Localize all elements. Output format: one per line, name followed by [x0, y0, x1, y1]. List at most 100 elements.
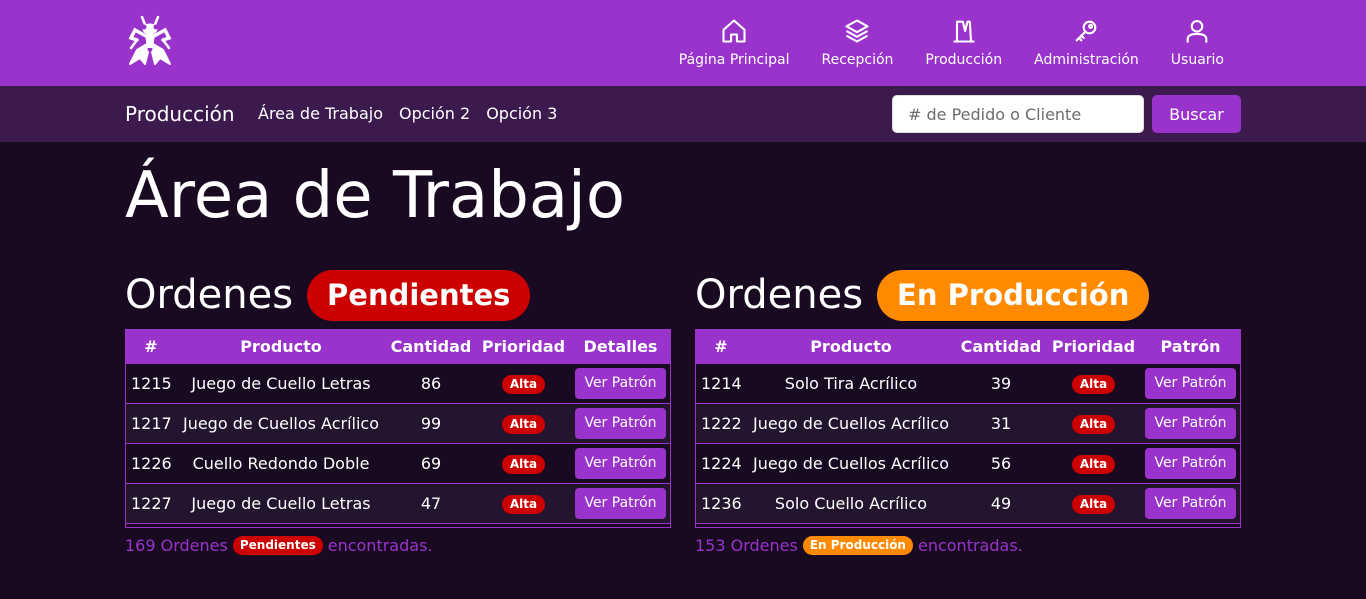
view-pattern-button[interactable]: Ver Patrón — [1145, 367, 1236, 399]
production-status-badge: En Producción — [877, 269, 1150, 321]
table-row: 1227 Juego de Cuello Letras 47 Alta Ver … — [126, 483, 670, 523]
column-header: Patrón — [1160, 336, 1221, 356]
view-pattern-button[interactable]: Ver Patrón — [1145, 447, 1236, 479]
priority-badge: Alta — [501, 414, 546, 434]
order-id: 1224 — [701, 453, 742, 473]
nav-item-administracion[interactable]: Administración — [1018, 0, 1155, 86]
count-prefix: 153 Ordenes — [695, 536, 798, 555]
production-icon — [953, 20, 975, 43]
column-header: Cantidad — [960, 336, 1042, 356]
panel-header: Ordenes Pendientes — [125, 266, 671, 324]
production-results-count: 153 Ordenes En Producción encontradas. — [695, 536, 1241, 555]
pending-orders-table[interactable]: # Producto Cantidad Prioridad Detalles 1… — [125, 329, 671, 528]
column-header: # — [144, 336, 158, 356]
nav-item-produccion[interactable]: Producción — [909, 0, 1018, 86]
order-product: Solo Cuello Acrílico — [774, 493, 928, 513]
nav-item-usuario[interactable]: Usuario — [1155, 0, 1240, 86]
panel-header: Ordenes En Producción — [695, 266, 1241, 324]
pending-count-badge: Pendientes — [232, 536, 323, 555]
home-icon — [722, 19, 746, 43]
order-id: 1226 — [131, 453, 172, 473]
order-id: 1217 — [131, 413, 172, 433]
column-header: Prioridad — [1051, 336, 1136, 356]
order-product: Juego de Cuellos Acrílico — [752, 413, 950, 433]
order-quantity: 39 — [990, 373, 1012, 393]
subnav-link-opcion-3[interactable]: Opción 3 — [478, 86, 565, 142]
table-row: 1214 Solo Tira Acrílico 39 Alta Ver Patr… — [696, 363, 1240, 403]
order-product: Juego de Cuello Letras — [191, 373, 371, 393]
table-row: 1215 Juego de Cuello Letras 86 Alta Ver … — [126, 363, 670, 403]
pending-status-badge: Pendientes — [307, 269, 531, 321]
view-pattern-button[interactable]: Ver Patrón — [1145, 407, 1236, 439]
page-title: Área de Trabajo — [125, 159, 625, 233]
panel-title: Ordenes — [695, 272, 864, 318]
order-product: Juego de Cuellos Acrílico — [182, 413, 380, 433]
order-quantity: 31 — [990, 413, 1012, 433]
table-row: Ver Patrón — [126, 523, 670, 527]
priority-badge: Alta — [1071, 494, 1116, 514]
order-product: Solo Tira Acrílico — [784, 373, 918, 393]
column-header: Detalles — [583, 336, 658, 356]
mantis-logo-icon[interactable] — [125, 14, 175, 68]
search-input[interactable] — [892, 95, 1144, 133]
table-row: 1222 Juego de Cuellos Acrílico 31 Alta V… — [696, 403, 1240, 443]
priority-badge: Alta — [1071, 414, 1116, 434]
column-header: Producto — [810, 336, 892, 356]
subnav-links: Área de Trabajo Opción 2 Opción 3 — [250, 86, 565, 142]
pending-orders-panel: Ordenes Pendientes # Producto Cantidad P… — [125, 266, 671, 555]
view-pattern-button[interactable]: Ver Patrón — [575, 447, 666, 479]
view-pattern-button[interactable]: Ver Patrón — [1145, 487, 1236, 519]
order-id: 1236 — [701, 493, 742, 513]
order-quantity: 69 — [420, 453, 442, 473]
section-subnav: Producción Área de Trabajo Opción 2 Opci… — [0, 86, 1366, 142]
production-orders-panel: Ordenes En Producción # Producto Cantida… — [695, 266, 1241, 555]
view-pattern-button[interactable]: Ver Patrón — [575, 367, 666, 399]
subnav-link-area-trabajo[interactable]: Área de Trabajo — [250, 86, 391, 142]
order-id: 1214 — [701, 373, 742, 393]
count-suffix: encontradas. — [327, 536, 433, 555]
order-product: Cuello Redondo Doble — [192, 453, 370, 473]
order-quantity: 49 — [990, 493, 1012, 513]
column-header: Producto — [240, 336, 322, 356]
production-orders-table[interactable]: # Producto Cantidad Prioridad Patrón 121… — [695, 329, 1241, 528]
table-header-row: # Producto Cantidad Prioridad Detalles — [126, 330, 670, 363]
column-header: Prioridad — [481, 336, 566, 356]
count-suffix: encontradas. — [917, 536, 1023, 555]
column-header: # — [714, 336, 728, 356]
layers-icon — [845, 19, 870, 43]
order-quantity: 86 — [420, 373, 442, 393]
nav-label: Administración — [1034, 52, 1139, 68]
order-id: 1222 — [701, 413, 742, 433]
count-prefix: 169 Ordenes — [125, 536, 228, 555]
nav-label: Recepción — [821, 52, 894, 68]
panel-title: Ordenes — [125, 272, 294, 318]
order-quantity: 56 — [990, 453, 1012, 473]
priority-badge: Alta — [1071, 454, 1116, 474]
section-title[interactable]: Producción — [125, 86, 235, 142]
top-navbar: Página Principal Recepción Producción Ad… — [0, 0, 1366, 86]
key-icon — [1076, 20, 1097, 42]
subnav-link-opcion-2[interactable]: Opción 2 — [391, 86, 478, 142]
view-pattern-button[interactable]: Ver Patrón — [575, 407, 666, 439]
priority-badge: Alta — [501, 454, 546, 474]
order-quantity: 99 — [420, 413, 442, 433]
view-pattern-button[interactable]: Ver Patrón — [575, 487, 666, 519]
table-row: Ver Patrón — [696, 523, 1240, 527]
table-row: 1224 Juego de Cuellos Acrílico 56 Alta V… — [696, 443, 1240, 483]
search-button[interactable]: Buscar — [1152, 95, 1241, 133]
user-icon — [1187, 20, 1208, 43]
priority-badge: Alta — [1071, 374, 1116, 394]
order-id: 1215 — [131, 373, 172, 393]
nav-item-recepcion[interactable]: Recepción — [805, 0, 909, 86]
production-count-badge: En Producción — [802, 536, 913, 555]
table-row: 1217 Juego de Cuellos Acrílico 99 Alta V… — [126, 403, 670, 443]
nav-label: Usuario — [1170, 52, 1224, 68]
nav-label: Página Principal — [678, 52, 790, 68]
order-product: Juego de Cuellos Acrílico — [752, 453, 950, 473]
order-id: 1227 — [131, 493, 172, 513]
main-nav: Página Principal Recepción Producción Ad… — [663, 0, 1240, 86]
table-row: 1236 Solo Cuello Acrílico 49 Alta Ver Pa… — [696, 483, 1240, 523]
pending-results-count: 169 Ordenes Pendientes encontradas. — [125, 536, 671, 555]
table-header-row: # Producto Cantidad Prioridad Patrón — [696, 330, 1240, 363]
nav-item-home[interactable]: Página Principal — [663, 0, 806, 86]
